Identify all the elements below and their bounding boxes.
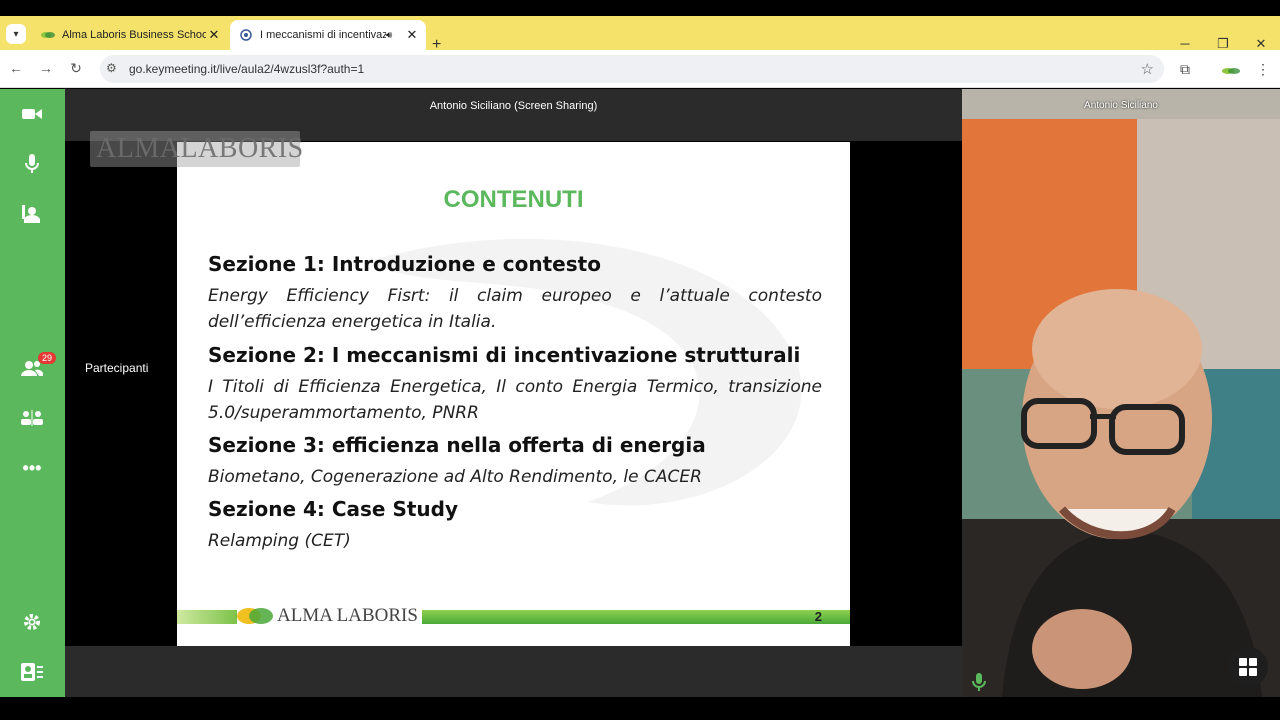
tab-meccanismi[interactable]: I meccanismi di incentivazio 🔊︎ ✕ xyxy=(230,20,426,50)
section-3-heading: Sezione 3: efficienza nella offerta di e… xyxy=(208,433,706,457)
section-2-description: I Titoli di Efficienza Energetica, Il co… xyxy=(208,377,822,423)
globe-favicon-icon xyxy=(238,27,254,43)
slide-page-number: 2 xyxy=(814,609,822,624)
participants-count-badge: 29 xyxy=(38,352,57,364)
slide-title: CONTENUTI xyxy=(443,186,584,213)
profile-leaf-icon[interactable] xyxy=(1222,63,1240,79)
contacts-card-icon[interactable] xyxy=(21,661,43,683)
address-bar-row: ← → ↻ ⚙︎ go.keymeeting.it/live/aula2/4wz… xyxy=(0,50,1280,88)
section-4-description: Relamping (CET) xyxy=(208,531,351,551)
watermark-text: ALMALABORIS xyxy=(96,133,304,164)
screen-share-title: Antonio Siciliano (Screen Sharing) xyxy=(429,100,598,112)
speaker-name-label: Antonio Siciliano xyxy=(1084,100,1158,111)
slide-footer: ALMA LABORIS 2 xyxy=(177,605,850,629)
footer-left-arrows xyxy=(177,610,237,624)
speaker-video-tile: Antonio Siciliano xyxy=(962,89,1280,697)
menu-kebab-icon[interactable]: ⋮ xyxy=(1256,61,1270,78)
speaker-icon[interactable]: 🔊︎ xyxy=(386,30,400,41)
reload-icon[interactable]: ↻ xyxy=(66,60,86,77)
minimize-button[interactable]: ─ xyxy=(1170,36,1200,51)
settings-gear-icon[interactable] xyxy=(21,611,43,633)
omnibox[interactable]: ⚙︎ go.keymeeting.it/live/aula2/4wzusl3f?… xyxy=(100,55,1164,83)
back-icon[interactable]: ← xyxy=(6,60,26,76)
section-1-heading: Sezione 1: Introduzione e contesto xyxy=(208,252,601,276)
extensions-icon[interactable]: ⧉ xyxy=(1180,61,1190,78)
presentation-slide: CONTENUTI Sezione 1: Introduzione e cont… xyxy=(177,142,850,646)
browser-tab-bar: ▾ Alma Laboris Business School ✕ I mecca… xyxy=(0,16,1280,53)
screen-share-stage: Antonio Siciliano (Screen Sharing) Parte… xyxy=(65,89,962,697)
meeting-sidebar: 29 ••• xyxy=(0,89,65,697)
camera-icon[interactable] xyxy=(21,103,43,125)
footer-logo: ALMA LABORIS xyxy=(237,605,418,627)
stage-footer xyxy=(65,646,962,697)
section-3-description: Biometano, Cogenerazione ad Alto Rendime… xyxy=(208,467,702,487)
footer-logo-text: ALMA LABORIS xyxy=(277,605,418,626)
participants-label: Partecipanti xyxy=(85,361,149,375)
section-2-heading: Sezione 2: I meccanismi di incentivazion… xyxy=(208,343,801,367)
more-options-icon[interactable]: ••• xyxy=(21,457,43,479)
grid-icon xyxy=(1239,658,1257,676)
bottom-border xyxy=(0,697,1280,720)
group-breakout-icon[interactable] xyxy=(21,407,43,429)
tab-search-button[interactable]: ▾ xyxy=(6,24,26,44)
speaker-video-image xyxy=(962,89,1280,697)
top-border xyxy=(0,0,1280,16)
close-tab-icon[interactable]: ✕ xyxy=(206,27,222,43)
screen-share-user-icon[interactable] xyxy=(21,203,43,225)
tab-title: Alma Laboris Business School xyxy=(62,29,206,41)
speaker-mic-on-icon xyxy=(972,673,988,691)
close-tab-icon[interactable]: ✕ xyxy=(404,27,420,43)
layout-grid-button[interactable] xyxy=(1228,647,1268,687)
url-text[interactable]: go.keymeeting.it/live/aula2/4wzusl3f?aut… xyxy=(129,62,364,76)
forward-icon[interactable]: → xyxy=(36,60,56,76)
section-4-heading: Sezione 4: Case Study xyxy=(208,497,459,521)
alma-laboris-leaf-icon xyxy=(237,608,273,624)
microphone-icon[interactable] xyxy=(21,153,43,175)
section-1-description: Energy Efficiency Fisrt: il claim europe… xyxy=(208,286,822,332)
footer-green-bar xyxy=(422,610,850,624)
bookmark-star-icon[interactable]: ☆ xyxy=(1141,60,1154,78)
tab-title: I meccanismi di incentivazio xyxy=(260,29,386,41)
site-info-icon[interactable]: ⚙︎ xyxy=(106,61,117,75)
tab-alma-laboris[interactable]: Alma Laboris Business School ✕ xyxy=(32,20,228,50)
alma-laboris-watermark-logo: ALMALABORIS xyxy=(90,131,303,167)
leaf-favicon-icon xyxy=(40,27,56,43)
